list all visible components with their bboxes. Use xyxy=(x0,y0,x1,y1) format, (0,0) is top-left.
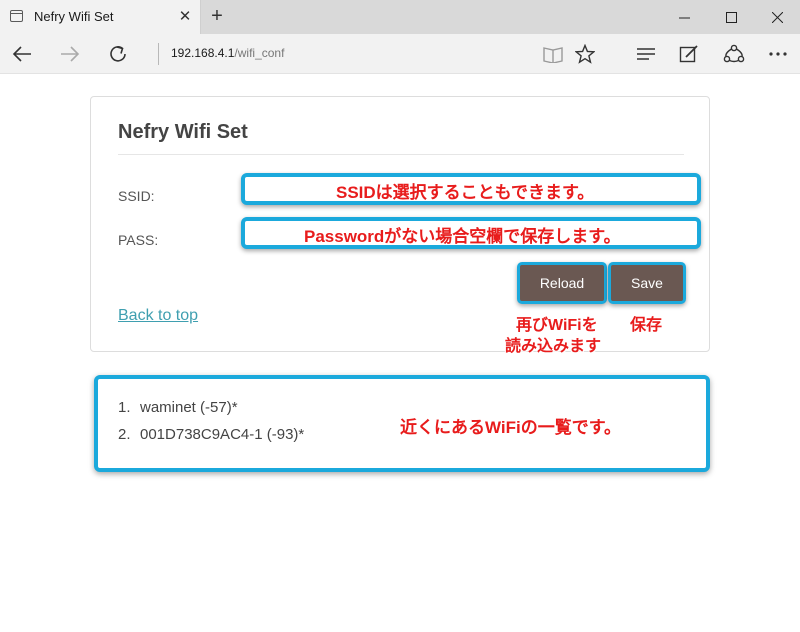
forward-button[interactable] xyxy=(54,38,86,70)
back-arrow-icon xyxy=(12,46,31,62)
book-icon xyxy=(543,47,563,63)
save-annotation: 保存 xyxy=(630,317,663,334)
tab-title: Nefry Wifi Set xyxy=(34,9,114,24)
share-button[interactable] xyxy=(718,38,750,70)
page-title: Nefry Wifi Set xyxy=(118,121,248,143)
save-button[interactable]: Save xyxy=(608,262,686,304)
maximize-button[interactable] xyxy=(708,0,754,34)
browser-tab[interactable]: Nefry Wifi Set ✕ xyxy=(0,0,201,34)
more-button[interactable] xyxy=(762,38,794,70)
network-item[interactable]: 2. 001D738C9AC4-1 (-93)* xyxy=(118,426,304,443)
address-bar[interactable]: 192.168.4.1/wifi_conf xyxy=(171,46,284,60)
hub-button[interactable] xyxy=(630,38,662,70)
password-annotation: Passwordがない場合空欄で保存します。 xyxy=(304,227,621,246)
list-number: 2. xyxy=(118,426,131,443)
page-icon xyxy=(10,10,23,22)
network-name: waminet (-57)* xyxy=(140,399,238,416)
back-to-top-link[interactable]: Back to top xyxy=(118,307,198,325)
list-number: 1. xyxy=(118,399,131,416)
title-bar: Nefry Wifi Set ✕ + xyxy=(0,0,800,34)
address-host: 192.168.4.1 xyxy=(171,46,235,60)
hub-icon xyxy=(637,48,655,60)
refresh-icon xyxy=(110,46,126,62)
reload-annotation-line2: 読み込みます xyxy=(505,338,602,355)
close-tab-icon[interactable]: ✕ xyxy=(177,7,193,25)
ssid-annotation: SSIDは選択することもできます。 xyxy=(336,183,595,202)
minimize-icon xyxy=(678,17,690,18)
network-name: 001D738C9AC4-1 (-93)* xyxy=(140,426,305,443)
web-note-button[interactable] xyxy=(673,38,705,70)
title-divider xyxy=(118,154,684,155)
address-separator xyxy=(158,43,159,65)
pass-label: PASS: xyxy=(118,232,159,248)
navigation-bar: 192.168.4.1/wifi_conf xyxy=(0,34,800,74)
ssid-label: SSID: xyxy=(118,188,155,204)
new-tab-button[interactable]: + xyxy=(205,4,229,28)
favorite-button[interactable] xyxy=(569,38,601,70)
close-icon xyxy=(771,11,783,23)
forward-arrow-icon xyxy=(61,46,80,62)
close-window-button[interactable] xyxy=(754,0,800,34)
reading-view-button[interactable] xyxy=(537,38,569,70)
reload-button[interactable]: Reload xyxy=(517,262,607,304)
network-item[interactable]: 1. waminet (-57)* xyxy=(118,399,238,416)
refresh-button[interactable] xyxy=(102,38,134,70)
pen-note-icon xyxy=(679,45,698,63)
list-annotation: 近くにあるWiFiの一覧です。 xyxy=(400,418,622,437)
back-button[interactable] xyxy=(6,38,38,70)
maximize-icon xyxy=(725,11,737,23)
minimize-button[interactable] xyxy=(661,0,707,34)
more-icon xyxy=(769,52,787,56)
star-icon xyxy=(575,44,595,64)
share-icon xyxy=(723,44,745,63)
address-path: /wifi_conf xyxy=(234,46,285,60)
